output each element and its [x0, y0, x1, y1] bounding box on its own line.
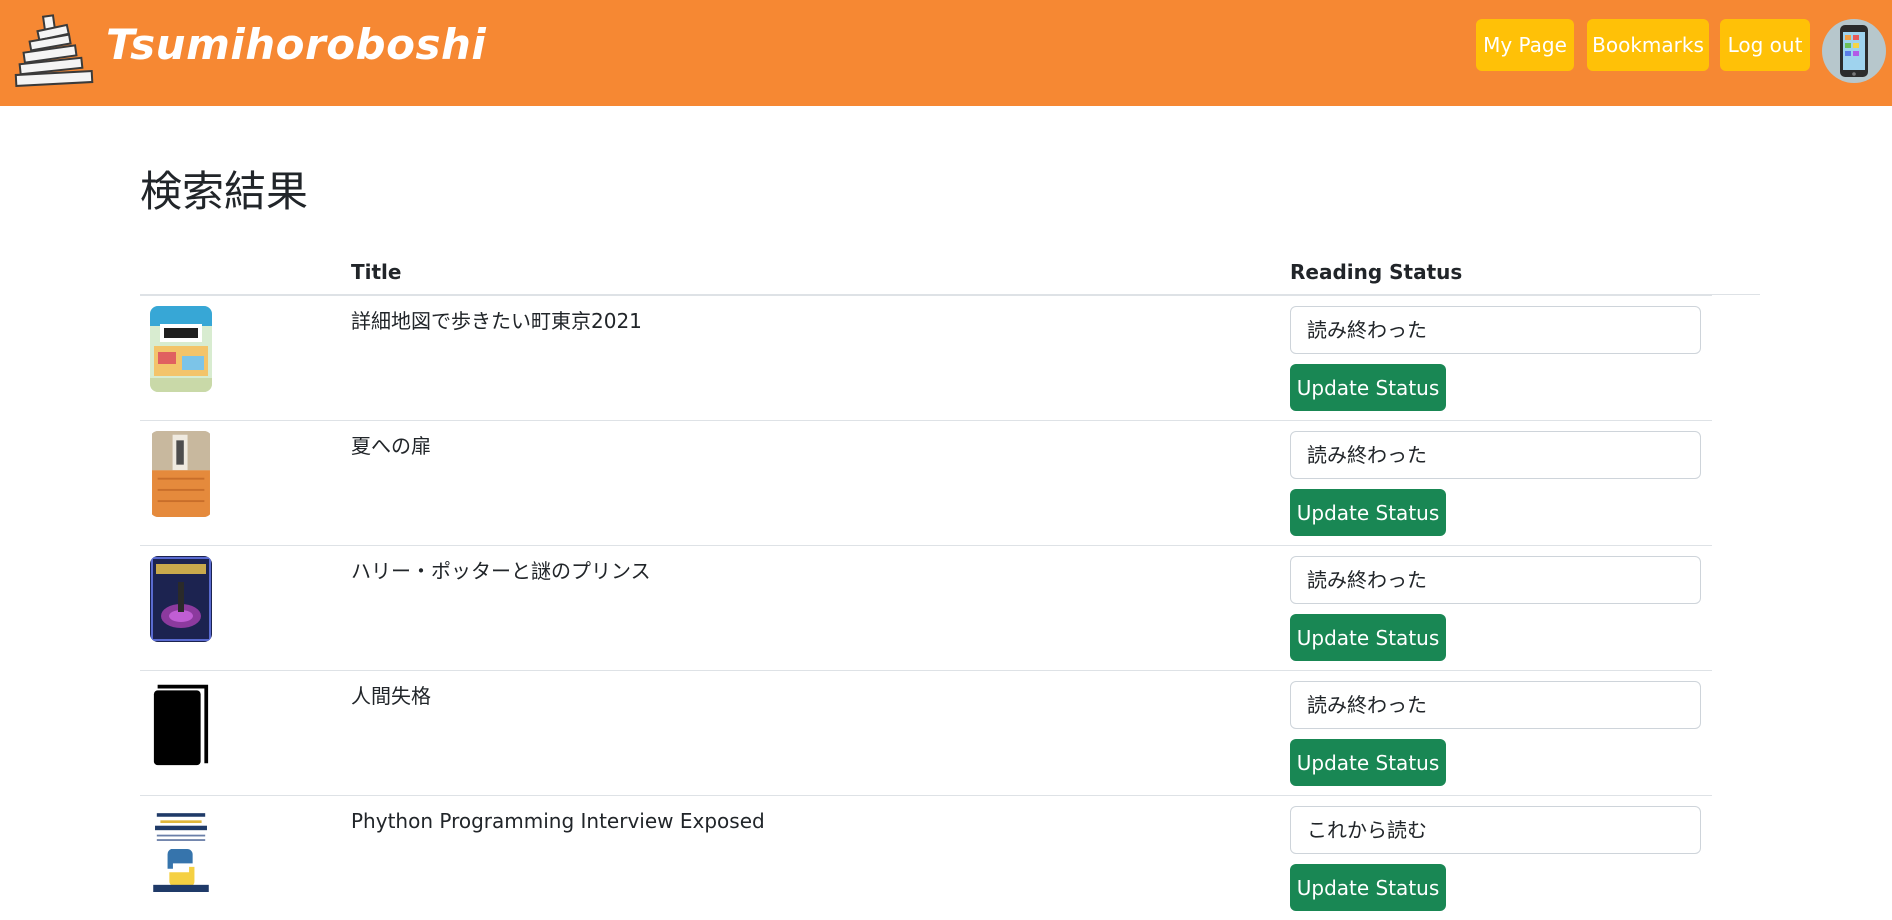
book-title[interactable]: 夏への扉: [351, 433, 431, 459]
stacked-books-logo-icon[interactable]: [14, 10, 98, 90]
book-title[interactable]: 人間失格: [351, 683, 431, 709]
harry-potter-cover: [150, 556, 212, 642]
table-row: 人間失格 読み終わった Update Status: [140, 670, 1712, 795]
table-row: Phython Programming Interview Exposed これ…: [140, 795, 1712, 920]
update-status-button[interactable]: Update Status: [1290, 864, 1446, 911]
python-book-cover: [153, 806, 209, 892]
top-navbar: Tsumihoroboshi My Page Bookmarks Log out: [0, 0, 1892, 106]
smartphone-avatar-icon: [1840, 25, 1868, 77]
log-out-button[interactable]: Log out: [1720, 19, 1810, 71]
book-title[interactable]: 詳細地図で歩きたい町東京2021: [351, 308, 642, 334]
page-title: 検索結果: [140, 167, 309, 216]
book-title[interactable]: Phython Programming Interview Exposed: [351, 808, 765, 834]
reading-status-input[interactable]: 読み終わった: [1290, 306, 1701, 354]
my-page-button[interactable]: My Page: [1476, 19, 1574, 71]
tokyo-map-guide-cover: [150, 306, 212, 392]
book-title[interactable]: ハリー・ポッターと謎のプリンス: [351, 558, 651, 584]
brand-title[interactable]: Tsumihoroboshi: [106, 16, 486, 74]
placeholder-book-icon: [153, 684, 209, 766]
door-into-summer-cover: [152, 431, 210, 517]
reading-status-input[interactable]: 読み終わった: [1290, 431, 1701, 479]
avatar[interactable]: [1822, 19, 1886, 83]
update-status-button[interactable]: Update Status: [1290, 364, 1446, 411]
reading-status-input[interactable]: 読み終わった: [1290, 681, 1701, 729]
update-status-button[interactable]: Update Status: [1290, 614, 1446, 661]
column-header-title: Title: [351, 260, 402, 284]
update-status-button[interactable]: Update Status: [1290, 489, 1446, 536]
column-header-reading-status: Reading Status: [1290, 260, 1463, 284]
table-row: ハリー・ポッターと謎のプリンス 読み終わった Update Status: [140, 545, 1712, 670]
reading-status-input[interactable]: これから読む: [1290, 806, 1701, 854]
reading-status-input[interactable]: 読み終わった: [1290, 556, 1701, 604]
bookmarks-button[interactable]: Bookmarks: [1587, 19, 1709, 71]
update-status-button[interactable]: Update Status: [1290, 739, 1446, 786]
table-row: 夏への扉 読み終わった Update Status: [140, 420, 1712, 545]
table-row: 詳細地図で歩きたい町東京2021 読み終わった Update Status: [140, 295, 1712, 420]
